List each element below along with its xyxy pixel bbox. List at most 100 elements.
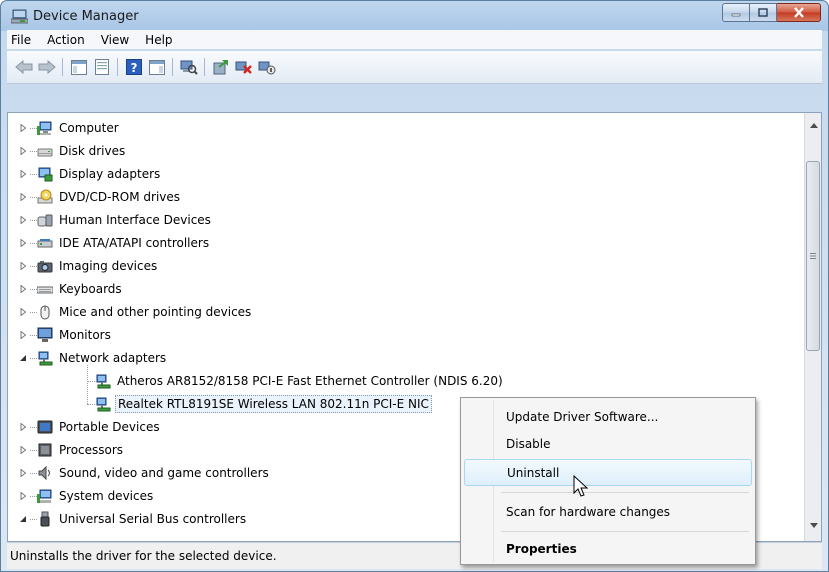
- tree-connector: [30, 219, 37, 221]
- uninstall-device-button[interactable]: [232, 56, 255, 78]
- tree-item[interactable]: Sound, video and game controllers: [18, 462, 271, 484]
- grip-icon: [810, 253, 816, 259]
- imaging-device-icon: [37, 258, 53, 274]
- tree-item-label: Realtek RTL8191SE Wireless LAN 802.11n P…: [115, 395, 432, 413]
- tree-item-label: Human Interface Devices: [59, 213, 211, 227]
- system-device-icon: [37, 488, 53, 504]
- expand-triangle-icon[interactable]: [18, 123, 28, 133]
- scroll-up-button[interactable]: [805, 117, 821, 134]
- menu-item-label: Uninstall: [507, 465, 560, 480]
- tree-item-label: Keyboards: [59, 282, 122, 296]
- ide-controller-icon: [37, 235, 53, 251]
- tree-connector: [30, 242, 37, 244]
- chevron-down-icon: [809, 523, 818, 528]
- expand-triangle-icon[interactable]: [18, 146, 28, 156]
- menu-view[interactable]: View: [93, 33, 137, 47]
- display-adapter-icon: [37, 166, 53, 182]
- menu-file[interactable]: File: [7, 33, 39, 47]
- tree-item-label: Portable Devices: [59, 420, 160, 434]
- menu-item-label: Disable: [506, 436, 551, 451]
- tree-item[interactable]: Universal Serial Bus controllers: [18, 508, 248, 530]
- tree-item[interactable]: Human Interface Devices: [18, 209, 213, 231]
- scroll-down-button[interactable]: [805, 517, 821, 534]
- maximize-button[interactable]: [750, 3, 777, 22]
- scan-hardware-button[interactable]: [177, 56, 200, 78]
- title-bar[interactable]: Device Manager: [1, 1, 828, 32]
- computer-icon: [37, 120, 53, 136]
- tree-item[interactable]: Display adapters: [18, 163, 162, 185]
- collapse-triangle-icon[interactable]: [18, 514, 28, 524]
- expand-triangle-icon[interactable]: [18, 169, 28, 179]
- close-button[interactable]: [777, 3, 821, 22]
- expand-triangle-icon[interactable]: [18, 422, 28, 432]
- sound-icon: [37, 465, 53, 481]
- help-button[interactable]: ?: [122, 56, 145, 78]
- expand-triangle-icon[interactable]: [18, 491, 28, 501]
- console-tree-button[interactable]: [67, 56, 90, 78]
- tree-item[interactable]: DVD/CD-ROM drives: [18, 186, 182, 208]
- tree-connector: [30, 311, 37, 313]
- tree-item[interactable]: Disk drives: [18, 140, 127, 162]
- tree-item[interactable]: Mice and other pointing devices: [18, 301, 253, 323]
- tree-item-label: Disk drives: [59, 144, 126, 158]
- help-icon: ?: [125, 59, 142, 75]
- back-button[interactable]: [12, 56, 35, 78]
- tree-item[interactable]: Realtek RTL8191SE Wireless LAN 802.11n P…: [87, 393, 432, 415]
- expand-triangle-icon[interactable]: [18, 330, 28, 340]
- dvd-drive-icon: [37, 189, 53, 205]
- tree-item[interactable]: Computer: [18, 117, 121, 139]
- tree-item-label: DVD/CD-ROM drives: [59, 190, 181, 204]
- tree-item[interactable]: Portable Devices: [18, 416, 162, 438]
- action-pane-icon: [148, 59, 165, 75]
- tree-connector: [30, 334, 37, 336]
- tree-item[interactable]: Atheros AR8152/8158 PCI-E Fast Ethernet …: [87, 370, 505, 392]
- collapse-triangle-icon[interactable]: [18, 353, 28, 363]
- tree-item[interactable]: IDE ATA/ATAPI controllers: [18, 232, 211, 254]
- disable-device-icon: [258, 61, 275, 75]
- scroll-thumb[interactable]: [806, 161, 820, 351]
- menu-item-update-driver[interactable]: Update Driver Software...: [464, 403, 752, 430]
- network-adapter-icon: [95, 396, 111, 412]
- disable-device-button[interactable]: [255, 56, 278, 78]
- status-text: Uninstalls the driver for the selected d…: [10, 549, 277, 563]
- menu-item-disable[interactable]: Disable: [464, 430, 752, 457]
- tree-item-label: Sound, video and game controllers: [59, 466, 269, 480]
- menu-item-properties[interactable]: Properties: [464, 535, 752, 562]
- tree-item[interactable]: Network adapters: [18, 347, 168, 369]
- menu-action[interactable]: Action: [39, 33, 93, 47]
- expand-triangle-icon[interactable]: [18, 192, 28, 202]
- menu-item-label: Update Driver Software...: [506, 409, 659, 424]
- minimize-button[interactable]: [722, 3, 750, 22]
- tree-item-label: Processors: [59, 443, 124, 457]
- tree-item[interactable]: Imaging devices: [18, 255, 159, 277]
- monitor-icon: [37, 327, 53, 343]
- tree-item[interactable]: System devices: [18, 485, 155, 507]
- device-manager-window: Device Manager File Action View Help ? C…: [0, 0, 829, 572]
- menu-help[interactable]: Help: [137, 33, 180, 47]
- expand-triangle-icon[interactable]: [18, 445, 28, 455]
- expand-triangle-icon[interactable]: [18, 307, 28, 317]
- hid-icon: [37, 212, 53, 228]
- expand-triangle-icon[interactable]: [18, 261, 28, 271]
- forward-button[interactable]: [35, 56, 58, 78]
- menu-item-scan-hardware[interactable]: Scan for hardware changes: [464, 498, 752, 525]
- action-pane-button[interactable]: [145, 56, 168, 78]
- tree-item-label: IDE ATA/ATAPI controllers: [59, 236, 210, 250]
- tree-item[interactable]: Keyboards: [18, 278, 124, 300]
- vertical-scrollbar[interactable]: [804, 113, 821, 541]
- network-adapter-icon: [95, 373, 111, 389]
- update-driver-button[interactable]: [209, 56, 232, 78]
- properties-button[interactable]: [90, 56, 113, 78]
- tree-item-label: Imaging devices: [59, 259, 158, 273]
- usb-icon: [37, 511, 53, 527]
- expand-triangle-icon[interactable]: [18, 215, 28, 225]
- properties-sheet-icon: [94, 59, 109, 75]
- tree-item[interactable]: Processors: [18, 439, 125, 461]
- tree-item-label: Universal Serial Bus controllers: [59, 512, 247, 526]
- expand-triangle-icon[interactable]: [18, 468, 28, 478]
- menu-item-uninstall[interactable]: Uninstall: [464, 459, 752, 486]
- tree-item[interactable]: Monitors: [18, 324, 113, 346]
- expand-triangle-icon[interactable]: [18, 284, 28, 294]
- tree-item-label: System devices: [59, 489, 154, 503]
- expand-triangle-icon[interactable]: [18, 238, 28, 248]
